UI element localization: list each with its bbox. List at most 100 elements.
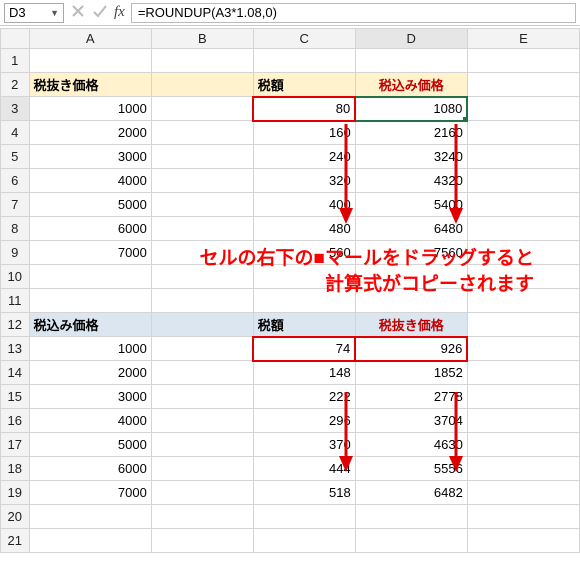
cell[interactable] bbox=[151, 385, 253, 409]
cell[interactable]: 80 bbox=[253, 97, 355, 121]
cell[interactable]: 5400 bbox=[355, 193, 467, 217]
cell[interactable] bbox=[467, 73, 579, 97]
col-header-e[interactable]: E bbox=[467, 29, 579, 49]
cell[interactable] bbox=[467, 265, 579, 289]
cell[interactable]: 518 bbox=[253, 481, 355, 505]
cell-header[interactable]: 税額 bbox=[253, 73, 355, 97]
cell[interactable] bbox=[355, 289, 467, 313]
cell[interactable] bbox=[151, 217, 253, 241]
row-header[interactable]: 11 bbox=[1, 289, 30, 313]
enter-icon[interactable] bbox=[92, 3, 108, 22]
cancel-icon[interactable] bbox=[70, 3, 86, 22]
cell[interactable] bbox=[355, 49, 467, 73]
cell-header[interactable]: 税抜き価格 bbox=[29, 73, 151, 97]
cell[interactable] bbox=[467, 409, 579, 433]
cell[interactable] bbox=[29, 49, 151, 73]
cell[interactable]: 1852 bbox=[355, 361, 467, 385]
cell[interactable] bbox=[253, 529, 355, 553]
row-header[interactable]: 9 bbox=[1, 241, 30, 265]
cell[interactable]: 4630 bbox=[355, 433, 467, 457]
cell[interactable] bbox=[355, 505, 467, 529]
cell[interactable]: 320 bbox=[253, 169, 355, 193]
cell[interactable]: 444 bbox=[253, 457, 355, 481]
cell[interactable] bbox=[151, 73, 253, 97]
cell[interactable] bbox=[467, 385, 579, 409]
cell[interactable] bbox=[467, 193, 579, 217]
cell[interactable] bbox=[467, 337, 579, 361]
cell[interactable] bbox=[151, 289, 253, 313]
cell[interactable] bbox=[151, 505, 253, 529]
formula-input[interactable]: =ROUNDUP(A3*1.08,0) bbox=[131, 3, 576, 23]
cell[interactable]: 4000 bbox=[29, 409, 151, 433]
cell[interactable]: 2000 bbox=[29, 121, 151, 145]
cell[interactable] bbox=[253, 289, 355, 313]
row-header[interactable]: 6 bbox=[1, 169, 30, 193]
row-header[interactable]: 8 bbox=[1, 217, 30, 241]
row-header[interactable]: 14 bbox=[1, 361, 30, 385]
cell[interactable]: 160 bbox=[253, 121, 355, 145]
cell[interactable]: 400 bbox=[253, 193, 355, 217]
cell[interactable] bbox=[151, 97, 253, 121]
name-box[interactable]: D3 ▼ bbox=[4, 3, 64, 23]
row-header[interactable]: 13 bbox=[1, 337, 30, 361]
cell[interactable]: 4000 bbox=[29, 169, 151, 193]
row-header[interactable]: 5 bbox=[1, 145, 30, 169]
select-all-corner[interactable] bbox=[1, 29, 30, 49]
row-header[interactable]: 17 bbox=[1, 433, 30, 457]
cell[interactable] bbox=[151, 241, 253, 265]
spreadsheet-grid[interactable]: A B C D E 1 2 税抜き価格 税額 税込み価格 3 1000 80 1… bbox=[0, 28, 580, 553]
cell[interactable]: 5556 bbox=[355, 457, 467, 481]
cell[interactable]: 2160 bbox=[355, 121, 467, 145]
cell[interactable]: 4320 bbox=[355, 169, 467, 193]
col-header-d[interactable]: D bbox=[355, 29, 467, 49]
cell[interactable]: 6000 bbox=[29, 217, 151, 241]
cell[interactable]: 1000 bbox=[29, 97, 151, 121]
cell[interactable] bbox=[151, 193, 253, 217]
cell[interactable] bbox=[467, 313, 579, 337]
cell[interactable] bbox=[467, 481, 579, 505]
cell[interactable]: 6482 bbox=[355, 481, 467, 505]
cell[interactable]: 560 bbox=[253, 241, 355, 265]
cell[interactable]: 480 bbox=[253, 217, 355, 241]
cell[interactable] bbox=[467, 145, 579, 169]
row-header[interactable]: 21 bbox=[1, 529, 30, 553]
cell[interactable] bbox=[151, 361, 253, 385]
cell[interactable]: 3704 bbox=[355, 409, 467, 433]
row-header[interactable]: 4 bbox=[1, 121, 30, 145]
cell[interactable] bbox=[467, 97, 579, 121]
cell[interactable] bbox=[151, 169, 253, 193]
cell[interactable] bbox=[29, 529, 151, 553]
row-header[interactable]: 2 bbox=[1, 73, 30, 97]
cell-selected[interactable]: 1080 bbox=[355, 97, 467, 121]
cell[interactable] bbox=[29, 505, 151, 529]
cell[interactable] bbox=[29, 289, 151, 313]
cell[interactable] bbox=[151, 121, 253, 145]
row-header[interactable]: 10 bbox=[1, 265, 30, 289]
cell[interactable]: 240 bbox=[253, 145, 355, 169]
cell[interactable] bbox=[355, 265, 467, 289]
row-header[interactable]: 16 bbox=[1, 409, 30, 433]
cell-header[interactable]: 税抜き価格 bbox=[355, 313, 467, 337]
cell[interactable]: 74 bbox=[253, 337, 355, 361]
cell[interactable]: 7560 bbox=[355, 241, 467, 265]
row-header[interactable]: 12 bbox=[1, 313, 30, 337]
cell[interactable] bbox=[151, 265, 253, 289]
col-header-a[interactable]: A bbox=[29, 29, 151, 49]
cell[interactable]: 2000 bbox=[29, 361, 151, 385]
cell[interactable] bbox=[467, 49, 579, 73]
cell[interactable] bbox=[151, 433, 253, 457]
cell[interactable] bbox=[151, 409, 253, 433]
cell[interactable] bbox=[467, 169, 579, 193]
cell[interactable]: 6480 bbox=[355, 217, 467, 241]
cell[interactable]: 296 bbox=[253, 409, 355, 433]
cell[interactable]: 5000 bbox=[29, 433, 151, 457]
cell[interactable] bbox=[151, 313, 253, 337]
cell-header[interactable]: 税額 bbox=[253, 313, 355, 337]
cell[interactable]: 2778 bbox=[355, 385, 467, 409]
row-header[interactable]: 3 bbox=[1, 97, 30, 121]
cell[interactable]: 926 bbox=[355, 337, 467, 361]
cell[interactable] bbox=[467, 529, 579, 553]
chevron-down-icon[interactable]: ▼ bbox=[50, 8, 59, 18]
col-header-b[interactable]: B bbox=[151, 29, 253, 49]
cell[interactable] bbox=[151, 457, 253, 481]
